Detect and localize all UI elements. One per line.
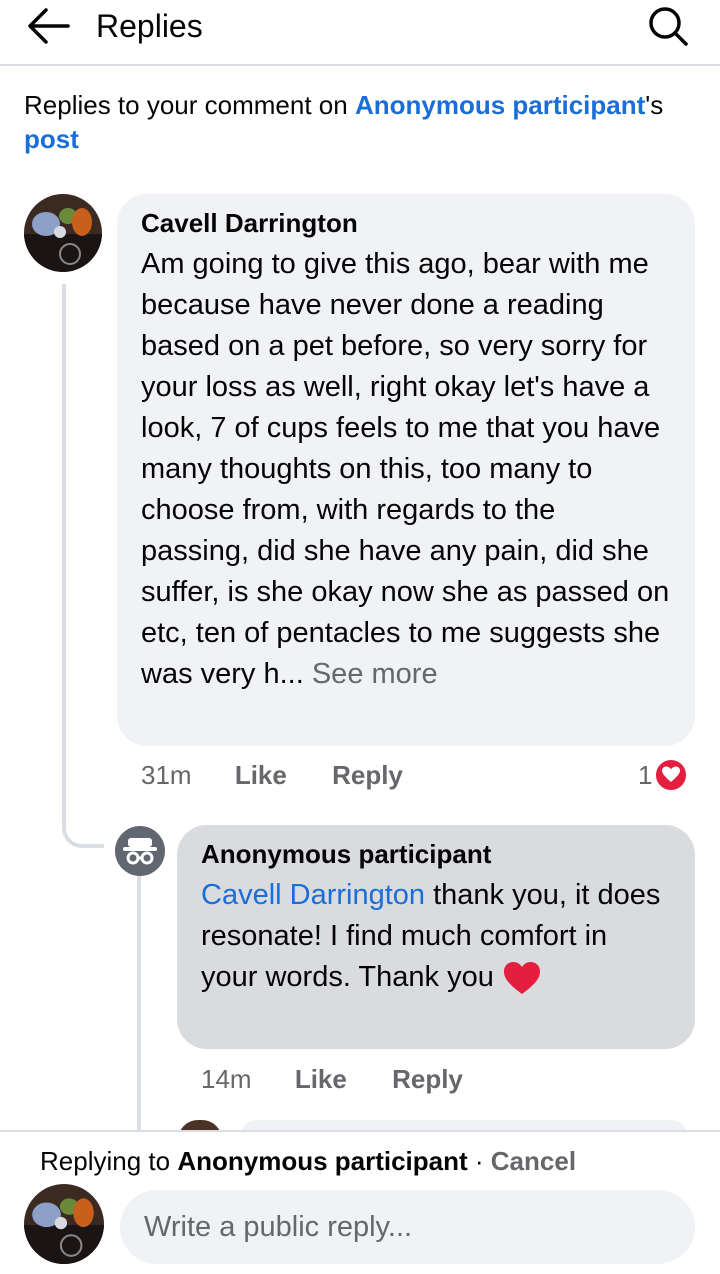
- reaction-summary[interactable]: 1: [638, 758, 689, 792]
- comment-author[interactable]: Cavell Darrington: [141, 206, 671, 240]
- anonymous-avatar[interactable]: [115, 826, 165, 876]
- thread-line: [62, 284, 66, 822]
- replying-to: Replying to Anonymous participant · Canc…: [40, 1144, 576, 1178]
- user-avatar[interactable]: [24, 1184, 104, 1264]
- back-arrow-icon: [28, 8, 70, 44]
- search-icon: [649, 7, 688, 46]
- reaction-count: 1: [638, 760, 653, 790]
- see-more-link[interactable]: See more: [312, 658, 438, 690]
- mention-link[interactable]: Cavell Darrington: [201, 879, 425, 911]
- reply-context: Replies to your comment on Anonymous par…: [24, 88, 704, 156]
- thread-line-child: [137, 876, 141, 1130]
- like-button[interactable]: Like: [235, 760, 287, 790]
- comment-bubble[interactable]: Cavell Darrington Am going to give this …: [117, 194, 695, 746]
- reply-button[interactable]: Reply: [392, 1064, 463, 1094]
- cancel-reply-button[interactable]: Cancel: [491, 1146, 576, 1176]
- reply-input[interactable]: [120, 1190, 695, 1264]
- comment-text: Am going to give this ago, bear with me …: [141, 248, 670, 690]
- thread-connector: [62, 804, 104, 848]
- back-button[interactable]: [22, 4, 72, 48]
- context-post-link[interactable]: post: [24, 124, 79, 154]
- reply-author[interactable]: Anonymous participant: [201, 837, 671, 871]
- reply-actions: 14m Like Reply: [201, 1062, 463, 1096]
- app-header: Replies: [0, 0, 720, 66]
- comment-body: Am going to give this ago, bear with me …: [141, 244, 671, 695]
- reply-button[interactable]: Reply: [332, 760, 403, 790]
- reply-body: Cavell Darrington thank you, it does res…: [201, 875, 671, 998]
- page-title: Replies: [96, 8, 203, 44]
- search-button[interactable]: [646, 4, 690, 48]
- like-button[interactable]: Like: [295, 1064, 347, 1094]
- reply-bubble[interactable]: Anonymous participant Cavell Darrington …: [177, 825, 695, 1049]
- context-prefix: Replies to your comment on: [24, 90, 355, 120]
- replying-prefix: Replying to: [40, 1146, 178, 1176]
- replying-to-name: Anonymous participant: [177, 1146, 468, 1176]
- avatar[interactable]: [24, 194, 102, 272]
- reply-time: 14m: [201, 1064, 252, 1094]
- reply-composer: Replying to Anonymous participant · Canc…: [0, 1130, 720, 1274]
- incognito-icon: [123, 838, 157, 865]
- avatar-image: [24, 194, 102, 272]
- user-avatar-image: [24, 1184, 104, 1264]
- comment-actions: 31m Like Reply: [141, 758, 403, 792]
- heart-emoji-icon: [503, 962, 540, 995]
- comment-time: 31m: [141, 760, 192, 790]
- context-author-link[interactable]: Anonymous participant: [355, 90, 645, 120]
- heart-icon: [654, 758, 689, 792]
- context-suffix: 's: [645, 90, 664, 120]
- separator: ·: [467, 1146, 491, 1176]
